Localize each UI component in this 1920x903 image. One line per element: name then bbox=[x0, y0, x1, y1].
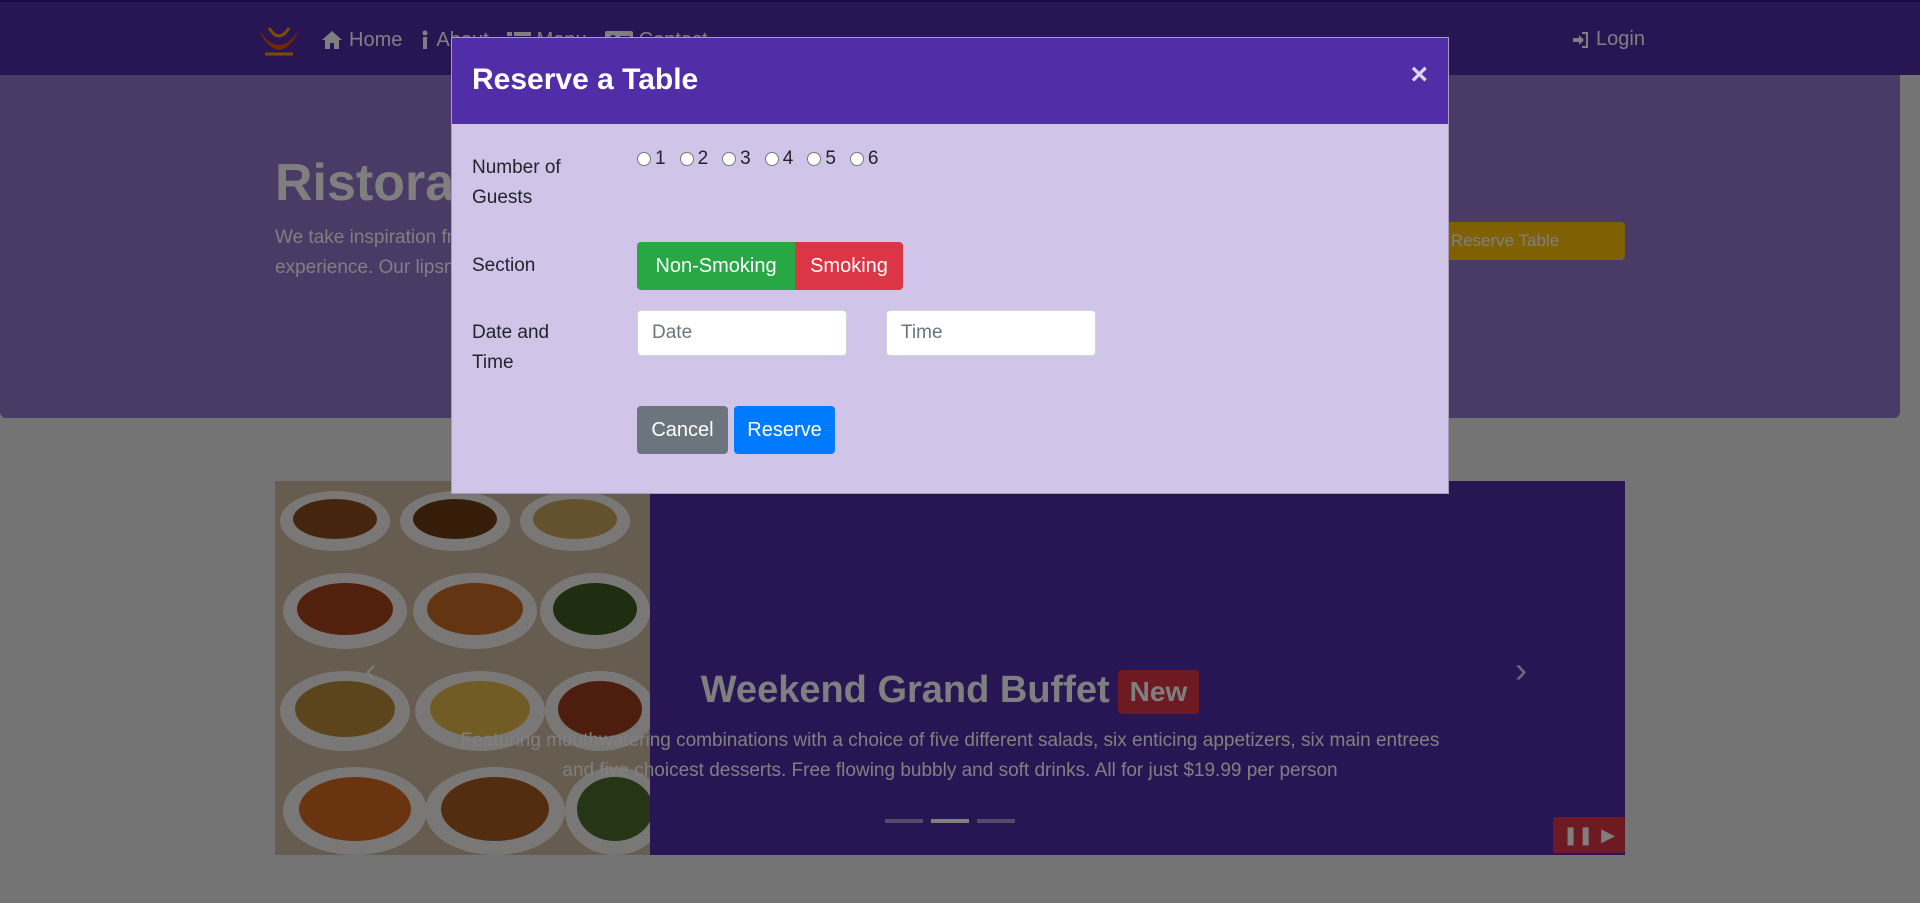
section-label: Section bbox=[472, 255, 536, 276]
section-button-group: Non-Smoking Smoking bbox=[637, 242, 903, 290]
guest-option-label: 3 bbox=[740, 148, 751, 169]
guest-option-label: 1 bbox=[655, 148, 666, 169]
modal-header: Reserve a Table × bbox=[452, 38, 1448, 124]
guest-option-label: 6 bbox=[867, 148, 879, 169]
smoking-button[interactable]: Smoking bbox=[795, 242, 903, 290]
guest-option-2[interactable]: 2 bbox=[679, 148, 709, 170]
guest-option-label: 2 bbox=[697, 148, 709, 169]
guest-option-6[interactable]: 6 bbox=[849, 148, 879, 170]
modal-title: Reserve a Table bbox=[472, 63, 699, 96]
cancel-button[interactable]: Cancel bbox=[637, 406, 728, 454]
time-input[interactable] bbox=[886, 310, 1096, 356]
guest-radio-3[interactable] bbox=[722, 152, 737, 166]
date-input[interactable] bbox=[637, 310, 847, 356]
guests-label: Number of Guests bbox=[472, 157, 561, 208]
guest-radio-6[interactable] bbox=[849, 152, 864, 166]
guest-radio-2[interactable] bbox=[679, 152, 694, 166]
guest-option-5[interactable]: 5 bbox=[807, 148, 836, 170]
reserve-button[interactable]: Reserve bbox=[734, 406, 835, 454]
guests-radio-group: 1 2 3 4 5 6 bbox=[637, 148, 878, 170]
guest-option-label: 5 bbox=[825, 148, 836, 169]
guest-option-label: 4 bbox=[782, 148, 794, 169]
guest-option-3[interactable]: 3 bbox=[722, 148, 751, 170]
guest-option-4[interactable]: 4 bbox=[764, 148, 794, 170]
non-smoking-button[interactable]: Non-Smoking bbox=[637, 242, 795, 290]
reserve-modal: Reserve a Table × Number of Guests 1 2 3… bbox=[451, 37, 1449, 494]
guest-radio-4[interactable] bbox=[764, 152, 779, 166]
datetime-label: Date and Time bbox=[472, 322, 550, 373]
guest-radio-5[interactable] bbox=[807, 152, 822, 166]
guest-option-1[interactable]: 1 bbox=[637, 148, 666, 170]
close-icon[interactable]: × bbox=[1410, 58, 1428, 92]
guest-radio-1[interactable] bbox=[637, 152, 651, 166]
